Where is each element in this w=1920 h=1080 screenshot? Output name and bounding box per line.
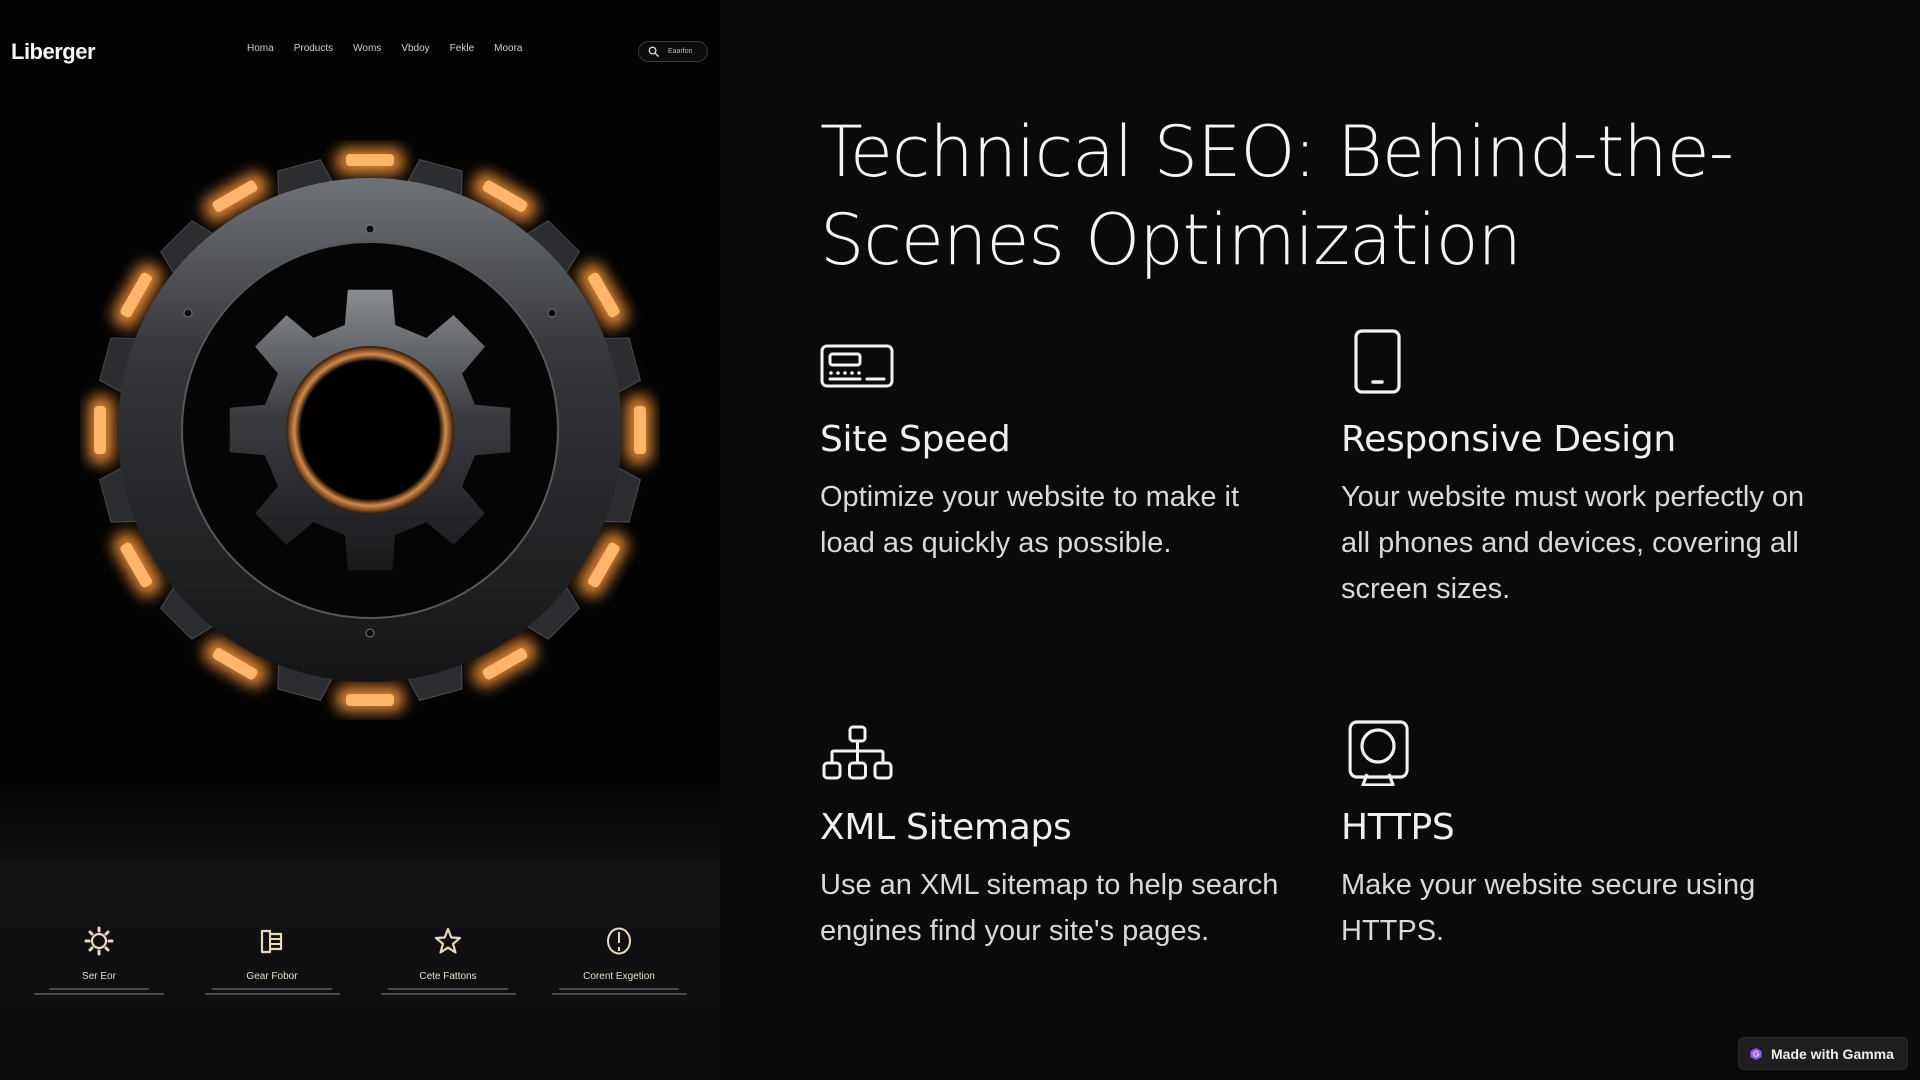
image-feature: Cete Fattons: [368, 920, 528, 995]
image-feature: Corent Exgetion: [539, 920, 699, 995]
image-feature-desc: [19, 988, 179, 995]
gear-illustration-svg: [80, 140, 660, 720]
gear-bolt: [547, 308, 557, 318]
made-with-gamma-badge[interactable]: Made with Gamma: [1738, 1037, 1908, 1070]
image-nav-item: Fekle: [449, 43, 475, 54]
feature-responsive-design: Responsive Design Your website must work…: [1341, 322, 1821, 612]
image-feature: Ser Eor: [19, 920, 179, 995]
image-feature-desc: [368, 988, 528, 995]
gear-bolt: [365, 224, 375, 234]
feature-site-speed: Site Speed Optimize your website to make…: [820, 322, 1300, 566]
site-logo: Liberger: [11, 39, 96, 64]
gear-icon: [84, 926, 114, 956]
feature-heading: HTTPS: [1341, 807, 1455, 848]
feature-heading: XML Sitemaps: [820, 807, 1072, 848]
glowing-gear-illustration: [80, 140, 660, 720]
alert-circle-icon: [607, 927, 631, 955]
feature-https: HTTPS Make your website secure using HTT…: [1341, 710, 1821, 954]
star-icon: [434, 927, 462, 954]
image-nav-item: Woms: [353, 43, 382, 54]
gear-light-strip: [88, 396, 114, 464]
image-search-label: Eaarfon: [668, 48, 693, 55]
image-feature-row: Ser Eor Gear Fobor Cete Fattons Corent E…: [0, 920, 720, 1010]
image-nav-item: Vbdoy: [401, 43, 430, 54]
image-feature-desc: [539, 988, 699, 995]
feature-heading: Site Speed: [820, 419, 1011, 460]
image-nav-item: Moora: [494, 43, 523, 54]
search-icon: [648, 46, 659, 57]
gear-light-strip: [626, 396, 652, 464]
image-feature-title: Gear Fobor: [246, 971, 298, 982]
feature-body: Your website must work perfectly on all …: [1341, 481, 1805, 605]
image-feature-title: Corent Exgetion: [583, 971, 655, 982]
image-feature: Gear Fobor: [192, 920, 352, 995]
feature-heading: Responsive Design: [1341, 419, 1676, 460]
smartphone-icon: [1354, 329, 1401, 394]
image-feature-title: Ser Eor: [82, 971, 116, 982]
folder-icon: [260, 929, 283, 954]
feature-body: Optimize your website to make it load as…: [820, 481, 1240, 559]
image-nav: Homa Products Woms Vbdoy Fekle Moora: [247, 43, 542, 54]
gear-bolt: [183, 308, 193, 318]
hero-image-panel: Liberger Homa Products Woms Vbdoy Fekle …: [0, 0, 720, 1080]
gear-light-strip: [336, 148, 404, 174]
image-feature-desc: [192, 988, 352, 995]
image-feature-title: Cete Fattons: [419, 971, 477, 982]
feature-xml-sitemaps: XML Sitemaps Use an XML sitemap to help …: [820, 710, 1300, 954]
feature-body: Make your website secure using HTTPS.: [1341, 869, 1756, 947]
image-search-pill: Eaarfon: [638, 41, 708, 62]
webcam-icon: [1348, 720, 1409, 786]
gear-light-strip: [336, 686, 404, 712]
image-nav-item: Products: [293, 43, 334, 54]
gear-copper-ring: [286, 346, 454, 514]
credit-card-icon: [820, 344, 894, 388]
feature-body: Use an XML sitemap to help search engine…: [820, 869, 1279, 947]
sitemap-icon: [822, 725, 893, 780]
image-nav-item: Homa: [247, 43, 274, 54]
page-title: Technical SEO: Behind-the-Scenes Optimiz…: [820, 111, 1734, 281]
gear-bolt: [365, 628, 375, 638]
gamma-badge-label: Made with Gamma: [1771, 1045, 1894, 1062]
gamma-logo-icon: [1750, 1047, 1762, 1060]
